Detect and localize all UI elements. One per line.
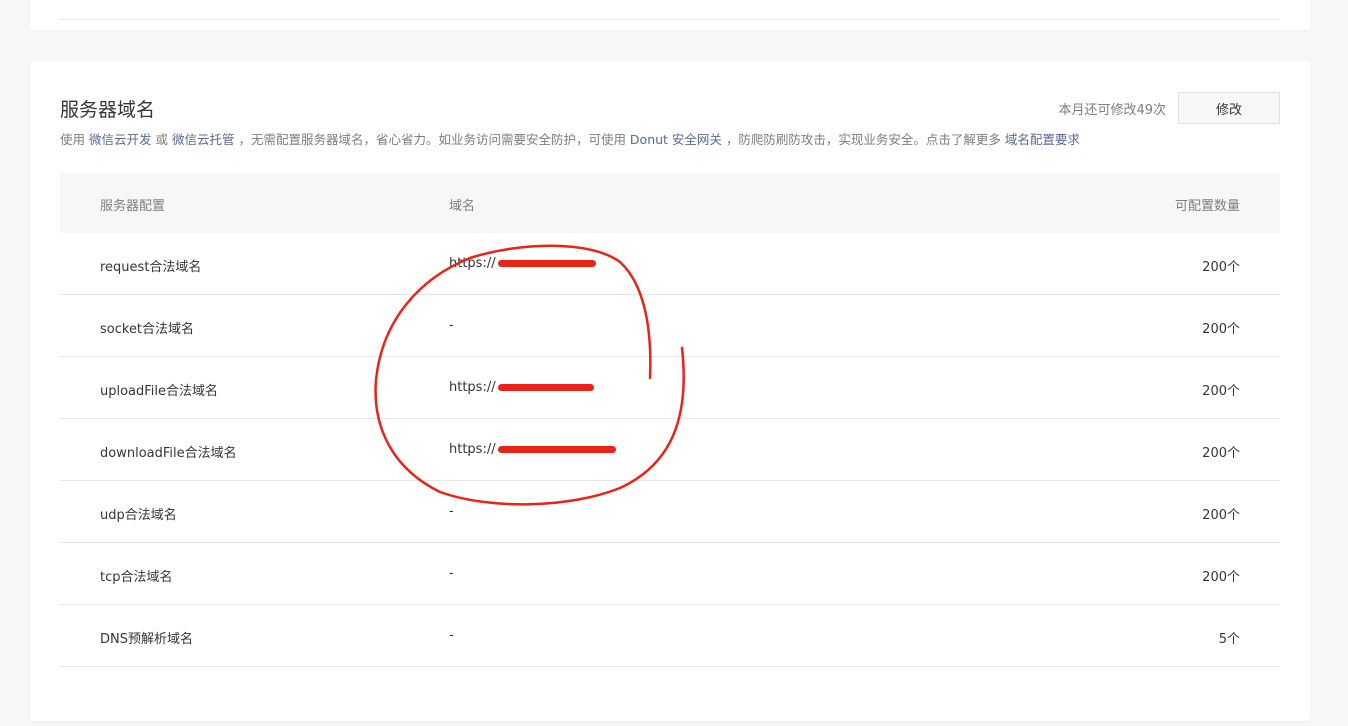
row-domain: -	[449, 318, 454, 333]
desc-text-4: ，防爬防刷防攻击，实现业务安全。点击了解更多	[721, 132, 1005, 147]
row-count: 200个	[1202, 322, 1240, 337]
domain-requirements-link[interactable]: 域名配置要求	[1005, 132, 1080, 147]
table-header: 服务器配置 域名 可配置数量	[60, 173, 1280, 233]
row-config: tcp合法域名	[100, 570, 173, 585]
donut-gateway-link[interactable]: Donut 安全网关	[630, 132, 722, 147]
domain-prefix: https://	[449, 380, 496, 395]
header-count: 可配置数量	[1174, 199, 1240, 214]
redaction-mark	[497, 446, 616, 453]
edit-button[interactable]: 修改	[1178, 92, 1280, 124]
row-domain: https://	[449, 256, 596, 271]
redaction-mark	[497, 384, 594, 391]
table-row: udp合法域名 - 200个	[60, 481, 1280, 543]
desc-text-1: 使用	[60, 132, 89, 147]
row-domain: -	[449, 628, 454, 643]
section-title: 服务器域名	[60, 99, 156, 121]
server-domain-card: 服务器域名 本月还可修改49次 修改 使用 微信云开发 或 微信云托管 ，无需配…	[30, 61, 1310, 721]
header-config: 服务器配置	[100, 199, 166, 214]
header-domain: 域名	[449, 199, 476, 214]
table-row: tcp合法域名 - 200个	[60, 543, 1280, 605]
wechat-cloud-hosting-link[interactable]: 微信云托管	[172, 132, 235, 147]
section-description: 使用 微信云开发 或 微信云托管 ，无需配置服务器域名，省心省力。如业务访问需要…	[60, 129, 1080, 148]
row-count: 200个	[1202, 260, 1240, 275]
row-count: 200个	[1202, 508, 1240, 523]
modify-quota-text: 本月还可修改49次	[1058, 103, 1166, 118]
row-count: 200个	[1202, 570, 1240, 585]
previous-section-divider	[60, 19, 1280, 20]
domain-table: 服务器配置 域名 可配置数量 request合法域名 https:// 200个…	[60, 173, 1280, 667]
domain-prefix: https://	[449, 256, 496, 271]
row-count: 200个	[1202, 446, 1240, 461]
previous-section-card	[30, 0, 1310, 30]
row-domain: -	[449, 504, 454, 519]
row-config: uploadFile合法域名	[100, 384, 219, 399]
row-domain: -	[449, 566, 454, 581]
table-row: uploadFile合法域名 https:// 200个	[60, 357, 1280, 419]
row-domain: https://	[449, 380, 594, 395]
desc-text-3: ，无需配置服务器域名，省心省力。如业务访问需要安全防护，可使用	[234, 132, 630, 147]
domain-prefix: https://	[449, 442, 496, 457]
row-config: request合法域名	[100, 260, 202, 275]
row-config: udp合法域名	[100, 508, 177, 523]
row-count: 200个	[1202, 384, 1240, 399]
desc-text-2: 或	[151, 132, 172, 147]
wechat-cloud-dev-link[interactable]: 微信云开发	[89, 132, 152, 147]
table-row: socket合法域名 - 200个	[60, 295, 1280, 357]
row-config: DNS预解析域名	[100, 632, 193, 647]
redaction-mark	[497, 260, 596, 267]
table-row: downloadFile合法域名 https:// 200个	[60, 419, 1280, 481]
row-config: downloadFile合法域名	[100, 446, 237, 461]
row-domain: https://	[449, 442, 616, 457]
table-row: DNS预解析域名 - 5个	[60, 605, 1280, 667]
row-config: socket合法域名	[100, 322, 195, 337]
table-row: request合法域名 https:// 200个	[60, 233, 1280, 295]
row-count: 5个	[1218, 632, 1240, 647]
